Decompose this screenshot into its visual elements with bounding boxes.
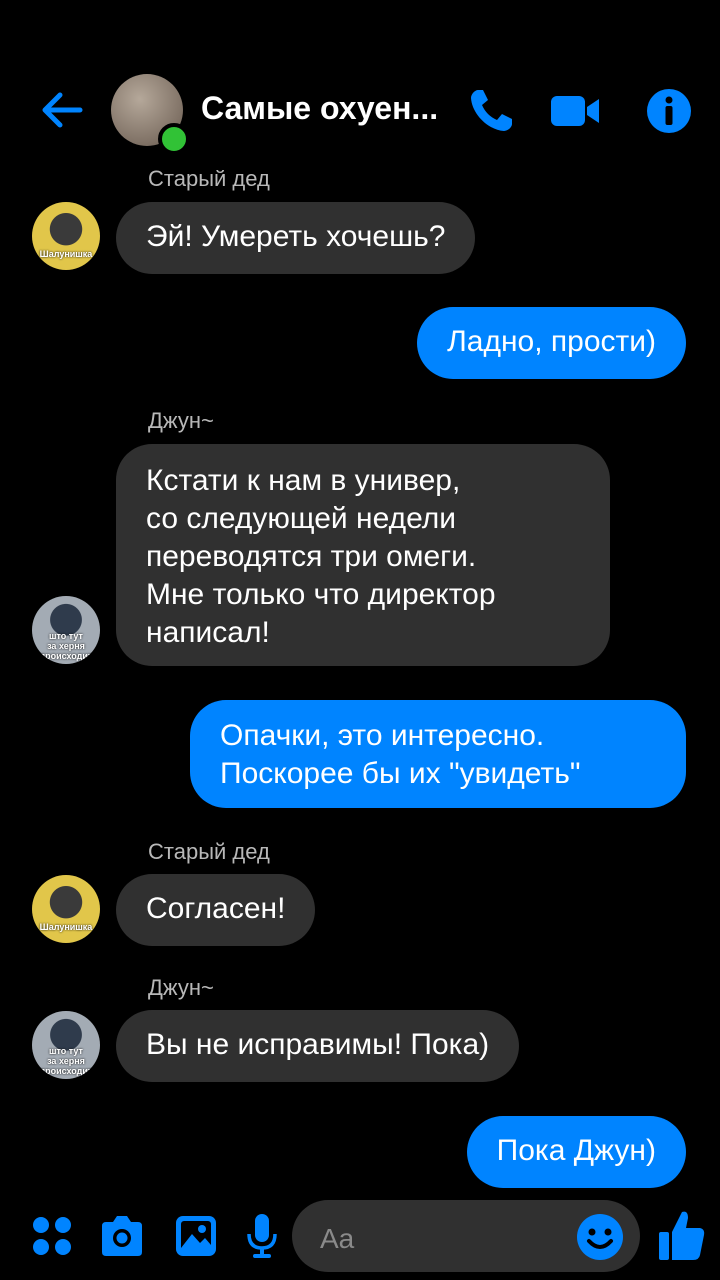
message-bubble-incoming[interactable]: Кстати к нам в универ, со следующей неде…: [116, 444, 610, 666]
message-input[interactable]: [318, 1218, 562, 1260]
message-text-line: переводятся три омеги.: [146, 540, 477, 573]
microphone-icon[interactable]: [238, 1212, 286, 1260]
message-text: Пока Джун): [496, 1134, 656, 1167]
message-text-line: Кстати к нам в универ,: [146, 464, 461, 497]
avatar[interactable]: што тут за херня происходит: [32, 596, 100, 664]
apps-grid-icon[interactable]: [28, 1212, 76, 1260]
message-bubble-outgoing[interactable]: Опачки, это интересно. Поскорее бы их "у…: [190, 700, 686, 808]
message-text-line: Опачки, это интересно.: [220, 719, 545, 752]
thumbs-up-icon[interactable]: [656, 1208, 706, 1262]
sender-name: Джун~: [148, 408, 214, 433]
message-bubble-outgoing[interactable]: Ладно, прости): [417, 307, 686, 379]
chat-header: Самые охуен...: [0, 0, 720, 170]
message-text-line: Мне только что директор: [146, 578, 496, 611]
message-bubble-outgoing[interactable]: Пока Джун): [466, 1116, 686, 1188]
arrow-left-icon[interactable]: [38, 86, 86, 134]
sender-name: Джун~: [148, 975, 214, 1000]
camera-icon[interactable]: [98, 1212, 146, 1260]
message-text: Согласен!: [146, 892, 286, 925]
video-camera-icon[interactable]: [550, 86, 600, 136]
avatar[interactable]: што тут за херня происходит: [32, 1011, 100, 1079]
phone-icon[interactable]: [466, 86, 516, 136]
message-text-line: Поскорее бы их "увидеть": [220, 757, 581, 790]
message-text-line: со следующей недели: [146, 502, 457, 535]
avatar-caption-line: происходит: [39, 1066, 93, 1076]
chat-title[interactable]: Самые охуен...: [201, 90, 451, 127]
sender-name: Старый дед: [148, 839, 270, 864]
avatar-caption-line: происходит: [39, 651, 93, 661]
message-text: Эй! Умереть хочешь?: [146, 220, 446, 253]
emoji-icon[interactable]: [575, 1212, 625, 1262]
message-text-line: написал!: [146, 616, 270, 649]
info-icon[interactable]: [644, 86, 694, 136]
avatar[interactable]: Шалунишка: [32, 875, 100, 943]
avatar-caption: Шалунишка: [39, 249, 93, 259]
message-bubble-incoming[interactable]: Эй! Умереть хочешь?: [116, 202, 476, 274]
avatar-caption-line: за херня: [47, 1056, 85, 1066]
online-indicator: [158, 123, 190, 155]
avatar[interactable]: Шалунишка: [32, 202, 100, 270]
image-icon[interactable]: [172, 1212, 220, 1260]
message-bubble-incoming[interactable]: Согласен!: [116, 874, 316, 946]
avatar-caption: Шалунишка: [39, 922, 93, 932]
avatar-caption-line: што тут: [49, 1046, 83, 1056]
message-bubble-incoming[interactable]: Вы не исправимы! Пока): [116, 1010, 520, 1082]
message-text: Вы не исправимы! Пока): [146, 1028, 490, 1061]
message-text: Ладно, прости): [447, 325, 656, 358]
avatar-caption-line: за херня: [47, 641, 85, 651]
avatar-caption-line: што тут: [49, 631, 83, 641]
